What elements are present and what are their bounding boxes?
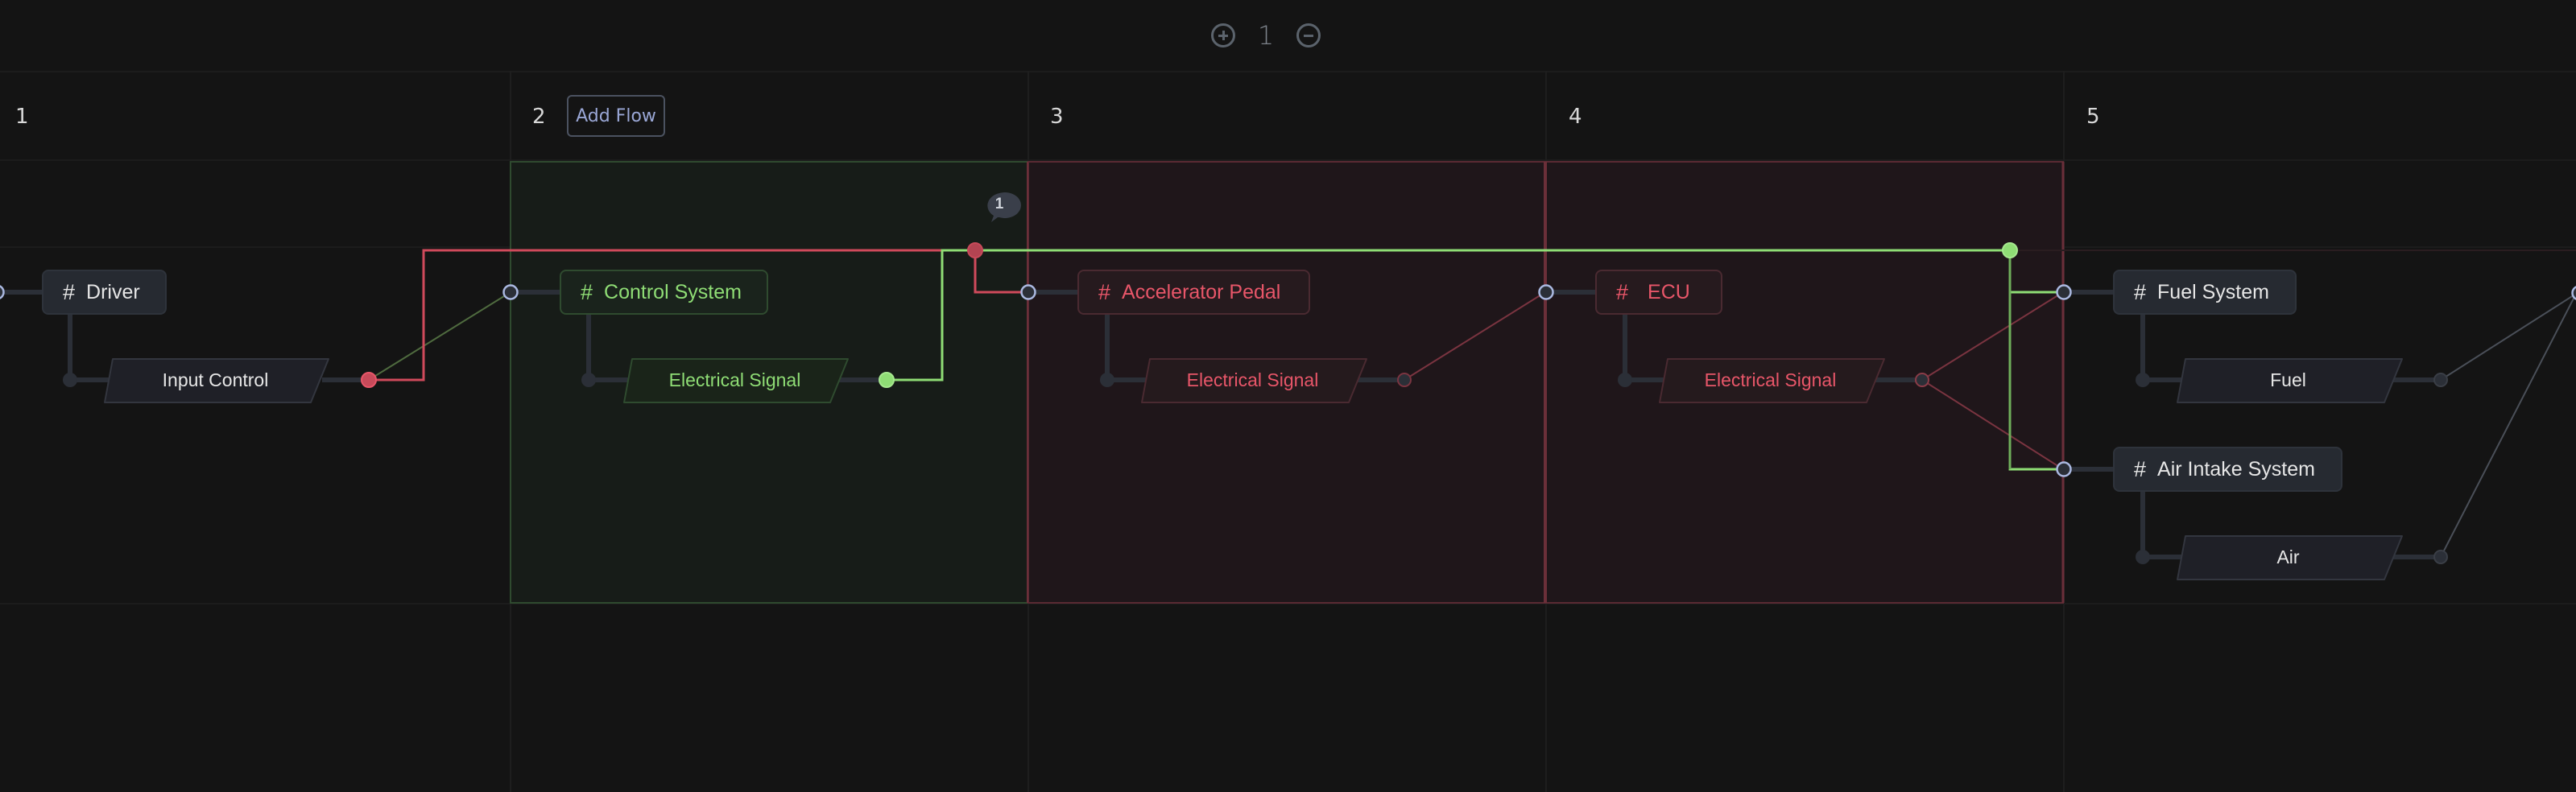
hash-icon: # [1616, 279, 1629, 304]
component-label: Driver [86, 280, 140, 303]
output-port[interactable] [2433, 550, 2448, 564]
output-electrical-signal[interactable]: Electrical Signal [1146, 357, 1359, 403]
junction-dot [63, 373, 77, 387]
output-fuel[interactable]: Fuel [2181, 357, 2395, 403]
output-port[interactable] [1397, 373, 1412, 387]
component-accelerator-pedal[interactable]: # Accelerator Pedal [1077, 270, 1310, 315]
component-label: ECU [1648, 280, 1690, 303]
success-flow-waypoint[interactable] [2002, 242, 2018, 258]
input-port[interactable] [1538, 284, 1554, 300]
component-label: Air Intake System [2157, 457, 2315, 481]
output-input-control[interactable]: Input Control [109, 357, 322, 403]
junction-dot [2136, 373, 2150, 387]
component-ecu[interactable]: # ECU [1595, 270, 1722, 315]
component-control-system[interactable]: # Control System [560, 270, 768, 315]
input-port[interactable] [2056, 461, 2072, 477]
junction-dot [2136, 550, 2150, 564]
input-port[interactable] [2571, 286, 2576, 300]
junction-dot [1100, 373, 1114, 387]
component-air-intake-system[interactable]: # Air Intake System [2113, 447, 2342, 492]
hash-icon: # [581, 279, 593, 304]
component-label: Control System [604, 280, 742, 303]
link-air-out [2440, 293, 2576, 558]
output-port[interactable] [2433, 373, 2448, 387]
input-port[interactable] [2056, 284, 2072, 300]
link-input-control-to-control-system [368, 291, 511, 381]
output-port[interactable] [1915, 373, 1929, 387]
hash-icon: # [2134, 456, 2147, 481]
component-fuel-system[interactable]: # Fuel System [2113, 270, 2297, 315]
link-fuel-out [2440, 293, 2576, 381]
input-port[interactable] [0, 285, 5, 299]
success-flow-start-point[interactable] [879, 372, 895, 388]
hash-icon: # [1098, 279, 1111, 304]
output-electrical-signal[interactable]: Electrical Signal [1664, 357, 1877, 403]
junction-dot [581, 373, 596, 387]
component-label: Fuel System [2157, 280, 2269, 303]
hash-icon: # [2134, 279, 2147, 304]
junction-dot [1618, 373, 1632, 387]
hash-icon: # [63, 279, 76, 304]
component-label: Accelerator Pedal [1122, 280, 1281, 303]
input-port[interactable] [502, 284, 519, 300]
comment-count: 1 [994, 196, 1004, 212]
error-flow-waypoint[interactable] [967, 242, 983, 258]
comment-badge[interactable]: 1 [983, 192, 1017, 219]
output-electrical-signal[interactable]: Electrical Signal [628, 357, 841, 403]
output-air[interactable]: Air [2181, 534, 2395, 580]
error-flow-start-point[interactable] [361, 372, 377, 388]
input-port[interactable] [1020, 284, 1036, 300]
component-driver[interactable]: # Driver [42, 270, 167, 315]
